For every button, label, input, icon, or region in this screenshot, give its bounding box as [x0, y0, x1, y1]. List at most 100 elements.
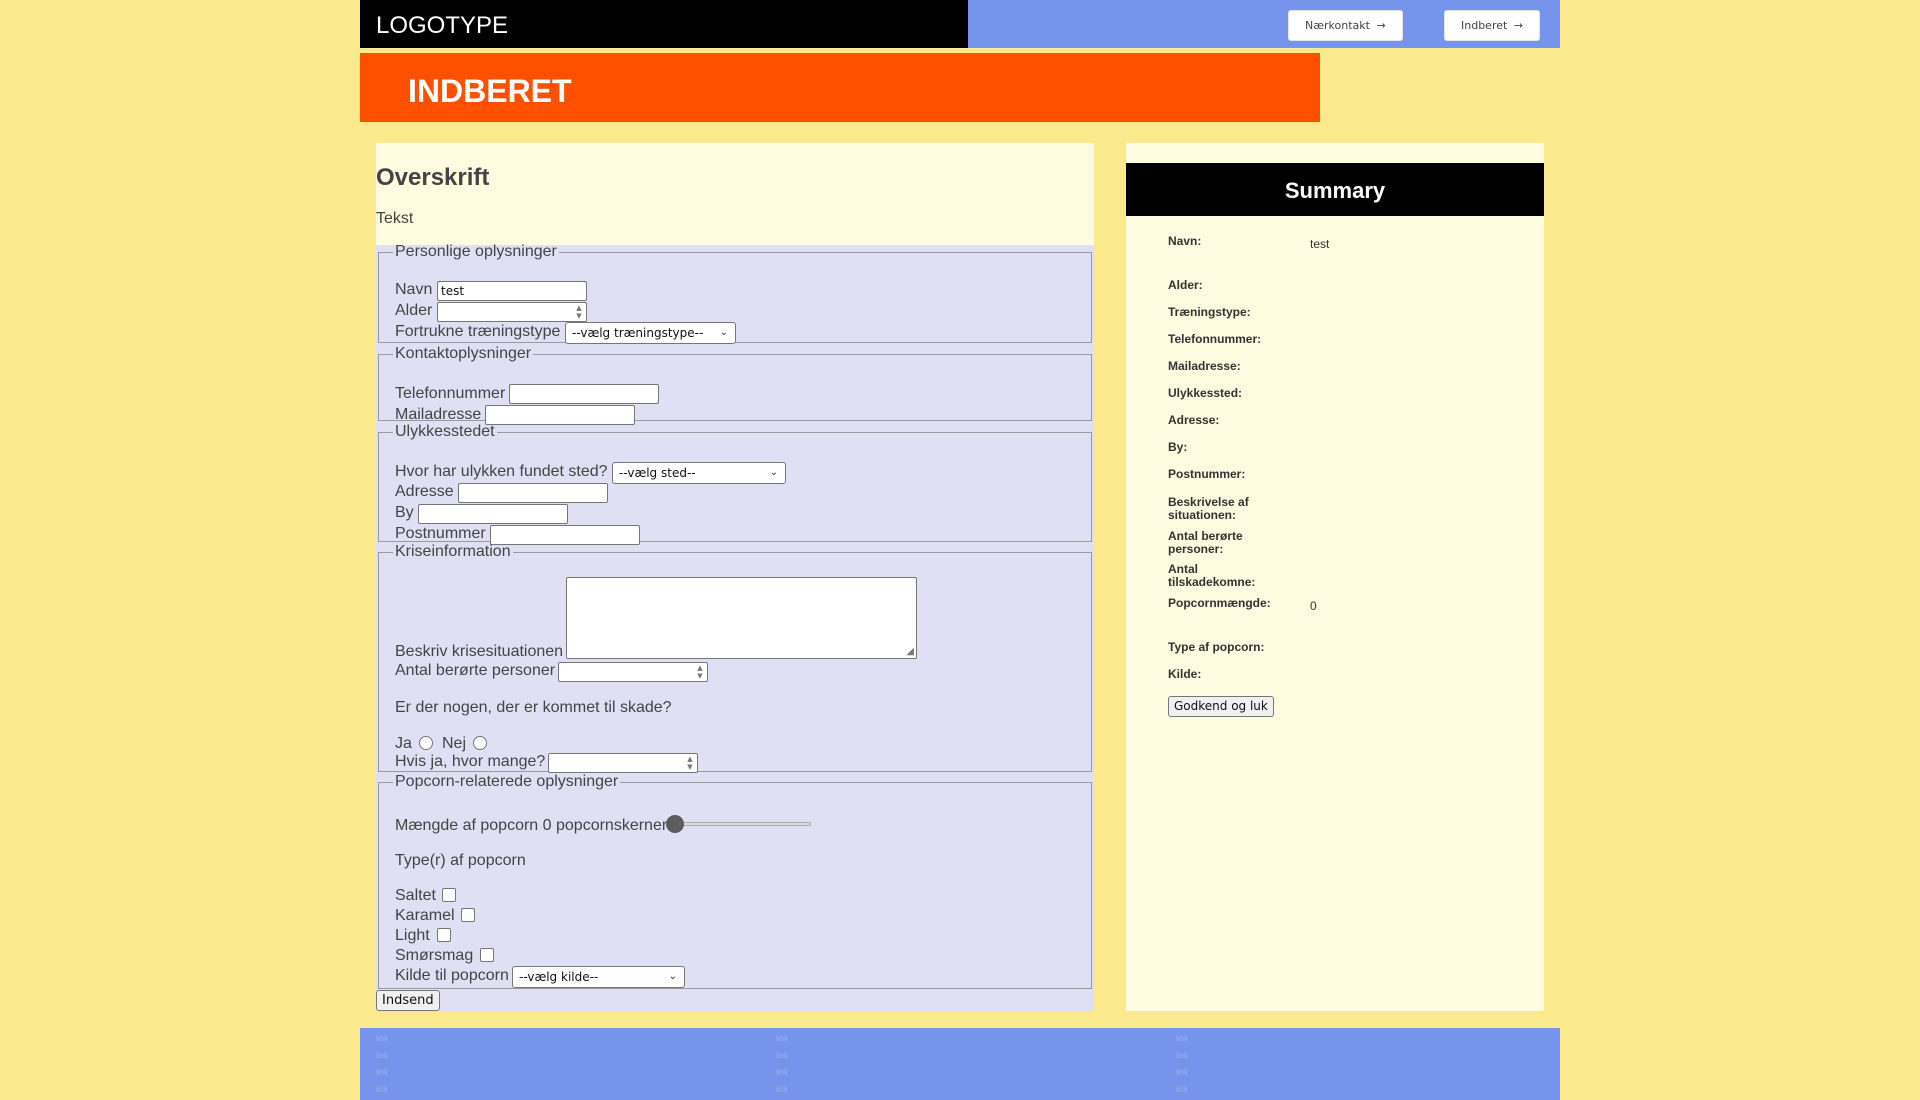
summary-label: Beskrivelse af situationen: [1168, 495, 1249, 522]
summary-value: test [1310, 237, 1330, 251]
summary-label: Popcornmængde: [1168, 596, 1271, 610]
logo-area: LOGOTYPE [360, 0, 968, 48]
chevron-down-icon: ⌄ [769, 467, 778, 478]
summary-label: Postnummer: [1168, 467, 1246, 481]
select-value: --vælg træningstype-- [572, 326, 704, 340]
popcorn-amount-slider[interactable] [675, 822, 811, 826]
footer-link[interactable]: link [1176, 1085, 1188, 1094]
fieldset-legend: Kriseinformation [395, 543, 511, 560]
footer-link[interactable]: link [376, 1034, 388, 1043]
no-radio[interactable] [473, 736, 487, 750]
popcorn-amount-label: Mængde af popcorn 0 popcornskerner [395, 817, 668, 834]
spinner-icon[interactable]: ▲ ▼ [695, 664, 705, 680]
no-label: Nej [442, 735, 467, 752]
type-label: Smørsmag [395, 947, 474, 964]
footer-link[interactable]: link [776, 1034, 788, 1043]
zip-input[interactable] [490, 525, 640, 545]
describe-textarea[interactable]: ◢ [566, 577, 917, 659]
top-bar: LOGOTYPE Nærkontakt → Indberet → [360, 0, 1560, 48]
age-input[interactable]: ▲ ▼ [437, 302, 587, 322]
page-banner: INDBERET [360, 53, 1320, 122]
arrow-right-icon: → [1513, 19, 1524, 32]
fieldset-popcorn: Popcorn-relaterede oplysninger Mængde af… [378, 773, 1092, 989]
fieldset-legend: Ulykkesstedet [395, 423, 495, 440]
fieldset-personal: Personlige oplysninger Navn test Alder ▲… [378, 243, 1092, 344]
summary-label: Antal berørte personer: [1168, 529, 1243, 556]
arrow-right-icon: → [1376, 19, 1386, 32]
footer-link[interactable]: link [776, 1051, 788, 1060]
yes-label: Ja [395, 735, 412, 752]
logo[interactable]: LOGOTYPE [376, 12, 508, 40]
section-heading: Overskrift [376, 164, 490, 191]
address-input[interactable] [458, 483, 608, 503]
summary-label: Mailadresse: [1168, 359, 1241, 373]
resize-grip-icon[interactable]: ◢ [906, 646, 914, 657]
fieldset-location: Ulykkesstedet Hvor har ulykken fundet st… [378, 423, 1092, 545]
fieldset-legend: Popcorn-relaterede oplysninger [395, 773, 619, 790]
affected-label: Antal berørte personer [395, 662, 556, 679]
city-label: By [395, 504, 414, 521]
fieldset-legend: Personlige oplysninger [395, 243, 557, 260]
how-many-input[interactable]: ▲ ▼ [548, 753, 698, 773]
footer-link[interactable]: link [1176, 1051, 1188, 1060]
location-select[interactable]: --vælg sted-- ⌄ [612, 462, 786, 484]
email-label: Mailadresse [395, 406, 482, 423]
footer-link[interactable]: link [376, 1068, 388, 1077]
fieldset-contact: Kontaktoplysninger Telefonnummer Mailadr… [378, 345, 1092, 425]
phone-label: Telefonnummer [395, 385, 506, 402]
chevron-down-icon: ⌄ [719, 327, 728, 338]
nav-button-naerkontakt[interactable]: Nærkontakt → [1288, 10, 1403, 41]
footer-link[interactable]: link [776, 1068, 788, 1077]
summary-label: By: [1168, 440, 1188, 454]
affected-input[interactable]: ▲ ▼ [558, 662, 708, 682]
summary-label: Navn: [1168, 234, 1202, 248]
slider-thumb[interactable] [666, 815, 684, 833]
select-value: --vælg kilde-- [519, 970, 599, 984]
footer-link[interactable]: link [776, 1085, 788, 1094]
age-label: Alder [395, 302, 433, 319]
injured-question: Er der nogen, der er kommet til skade? [395, 699, 672, 716]
footer: link link link link link link link link … [360, 1028, 1560, 1100]
fieldset-crisis: Kriseinformation Beskriv krisesituatione… [378, 543, 1092, 773]
nav-button-indberet[interactable]: Indberet → [1444, 10, 1541, 41]
address-label: Adresse [395, 483, 454, 500]
type-label: Karamel [395, 907, 455, 924]
type-checkbox-smorsmag[interactable] [480, 948, 494, 962]
yes-radio[interactable] [419, 736, 433, 750]
summary-label: Træningstype: [1168, 305, 1251, 319]
intro-section: Overskrift Tekst [376, 143, 1094, 245]
footer-link[interactable]: link [376, 1085, 388, 1094]
type-checkbox-light[interactable] [437, 928, 451, 942]
fieldset-legend: Kontaktoplysninger [395, 345, 532, 362]
name-label: Navn [395, 281, 433, 298]
summary-label: Type af popcorn: [1168, 640, 1265, 654]
summary-value: 0 [1310, 599, 1317, 613]
summary-title: Summary [1284, 178, 1386, 203]
summary-header: Summary [1126, 163, 1544, 216]
city-input[interactable] [418, 504, 568, 524]
footer-link[interactable]: link [1176, 1068, 1188, 1077]
submit-button[interactable]: Indsend [376, 990, 440, 1011]
popcorn-types-label: Type(r) af popcorn [395, 852, 526, 869]
type-label: Light [395, 927, 430, 944]
summary-label: Adresse: [1168, 413, 1220, 427]
footer-link[interactable]: link [376, 1051, 388, 1060]
location-label: Hvor har ulykken fundet sted? [395, 463, 608, 480]
report-form: Overskrift Tekst Personlige oplysninger … [376, 143, 1094, 1011]
spinner-icon[interactable]: ▲ ▼ [685, 755, 695, 771]
email-input[interactable] [485, 405, 635, 425]
phone-input[interactable] [509, 384, 659, 404]
footer-link[interactable]: link [1176, 1034, 1188, 1043]
summary-label: Kilde: [1168, 667, 1202, 681]
describe-label: Beskriv krisesituationen [395, 643, 564, 660]
summary-label: Antal tilskadekomne: [1168, 562, 1256, 589]
name-input[interactable]: test [437, 281, 587, 301]
training-select[interactable]: --vælg træningstype-- ⌄ [565, 322, 736, 344]
source-select[interactable]: --vælg kilde-- ⌄ [512, 966, 685, 988]
spinner-icon[interactable]: ▲ ▼ [574, 304, 584, 320]
type-checkbox-karamel[interactable] [461, 908, 475, 922]
page-title: INDBERET [408, 73, 572, 109]
nav-label: Indberet [1461, 19, 1508, 32]
type-checkbox-saltet[interactable] [442, 888, 456, 902]
approve-close-button[interactable]: Godkend og luk [1168, 696, 1274, 717]
